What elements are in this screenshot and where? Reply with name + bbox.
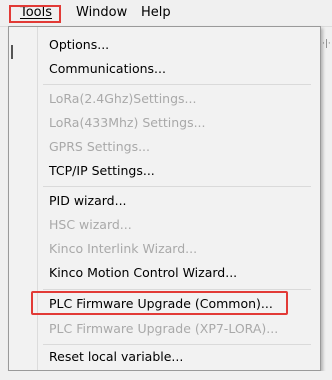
menu-item-pid-wizard-label: PID wizard...: [49, 193, 127, 208]
menu-item-gprs: GPRS Settings...: [49, 137, 150, 157]
menu-item-tcpip-label: TCP/IP Settings...: [49, 163, 155, 178]
menu-separator: [43, 186, 311, 187]
menu-item-lora-433-label: LoRa(433Mhz) Settings...: [49, 115, 206, 130]
menu-edge-mark: [11, 45, 13, 59]
menu-help-label: Help: [141, 5, 171, 20]
menu-tools[interactable]: Tools: [9, 4, 63, 22]
menu-item-hsc-wizard: HSC wizard...: [49, 215, 132, 235]
menu-item-hsc-wizard-label: HSC wizard...: [49, 217, 132, 232]
menu-item-options-label: Options...: [49, 37, 110, 52]
menu-tools-label: Tools: [19, 5, 53, 20]
window-bottom-strip: [0, 371, 332, 380]
menu-item-lora-24-label: LoRa(2.4Ghz)Settings...: [49, 91, 197, 106]
menu-item-plc-firmware-xp7: PLC Firmware Upgrade (XP7-LORA)...: [49, 319, 278, 339]
tools-dropdown-menu: Options... Communications... LoRa(2.4Ghz…: [8, 26, 321, 371]
menu-item-lora-433: LoRa(433Mhz) Settings...: [49, 113, 206, 133]
menu-item-tcpip[interactable]: TCP/IP Settings...: [49, 161, 155, 181]
menu-item-kinco-interlink: Kinco Interlink Wizard...: [49, 239, 197, 259]
menu-separator: [43, 289, 311, 290]
menu-window[interactable]: Window: [74, 4, 129, 22]
menu-window-label: Window: [76, 5, 128, 20]
menu-item-plc-firmware-common[interactable]: PLC Firmware Upgrade (Common)...: [49, 294, 273, 314]
menu-item-kinco-motion[interactable]: Kinco Motion Control Wizard...: [49, 263, 237, 283]
menu-item-options[interactable]: Options...: [49, 35, 109, 55]
menu-item-pid-wizard[interactable]: PID wizard...: [49, 191, 127, 211]
menu-item-gprs-label: GPRS Settings...: [49, 139, 151, 154]
menu-item-reset-local[interactable]: Reset local variable...: [49, 347, 183, 367]
menu-bar: Tools Window Help: [0, 0, 332, 27]
menu-separator: [43, 84, 311, 85]
menu-item-plc-firmware-xp7-label: PLC Firmware Upgrade (XP7-LORA)...: [49, 321, 279, 336]
menu-item-plc-firmware-common-label: PLC Firmware Upgrade (Common)...: [49, 296, 273, 311]
menu-help[interactable]: Help: [139, 4, 173, 22]
menu-icon-gutter: [37, 27, 38, 370]
menu-item-communications[interactable]: Communications...: [49, 59, 166, 79]
background-app-fragment: ·|·: [322, 39, 331, 49]
menu-separator: [43, 344, 311, 345]
menu-item-reset-local-label: Reset local variable...: [49, 349, 184, 364]
menu-item-communications-label: Communications...: [49, 61, 166, 76]
menu-item-lora-24: LoRa(2.4Ghz)Settings...: [49, 89, 196, 109]
menu-item-kinco-motion-label: Kinco Motion Control Wizard...: [49, 265, 238, 280]
menu-item-kinco-interlink-label: Kinco Interlink Wizard...: [49, 241, 198, 256]
